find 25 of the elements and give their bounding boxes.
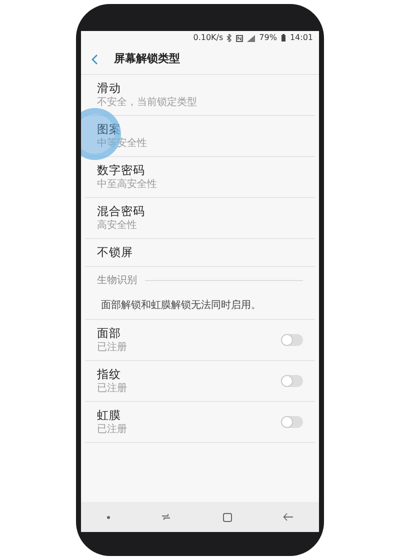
biometric-item[interactable]: 面部 已注册 (85, 320, 315, 361)
lock-type-item[interactable]: 数字密码 中至高安全性 (85, 156, 315, 198)
lock-type-item[interactable]: 滑动 不安全，当前锁定类型 (85, 75, 315, 116)
toggle-switch[interactable] (281, 374, 303, 387)
bluetooth-icon (227, 34, 232, 42)
clock-time: 14:01 (290, 32, 313, 44)
section-note: 面部解锁和虹膜解锁无法同时启用。 (85, 292, 315, 320)
section-title: 生物识别 (97, 274, 137, 288)
toggle-switch[interactable] (281, 416, 303, 428)
signal-icon (247, 34, 256, 42)
dot-icon[interactable] (106, 516, 110, 518)
biometric-item[interactable]: 虹膜 已注册 (85, 402, 315, 442)
recent-apps-icon[interactable] (161, 513, 172, 521)
page-title: 屏幕解锁类型 (114, 51, 180, 68)
battery-percent: 79% (259, 32, 277, 44)
lock-type-item[interactable]: 混合密码 高安全性 (85, 198, 315, 239)
nfc-icon (236, 34, 244, 42)
toggle-switch[interactable] (281, 334, 303, 346)
lock-type-item[interactable]: 不锁屏 (85, 238, 315, 267)
back-arrow-icon[interactable] (283, 513, 294, 521)
battery-icon (280, 34, 286, 42)
network-speed: 0.10K/s (193, 32, 224, 44)
biometric-item[interactable]: 指纹 已注册 (85, 360, 315, 402)
back-button[interactable] (91, 54, 98, 65)
home-icon[interactable] (222, 512, 232, 522)
